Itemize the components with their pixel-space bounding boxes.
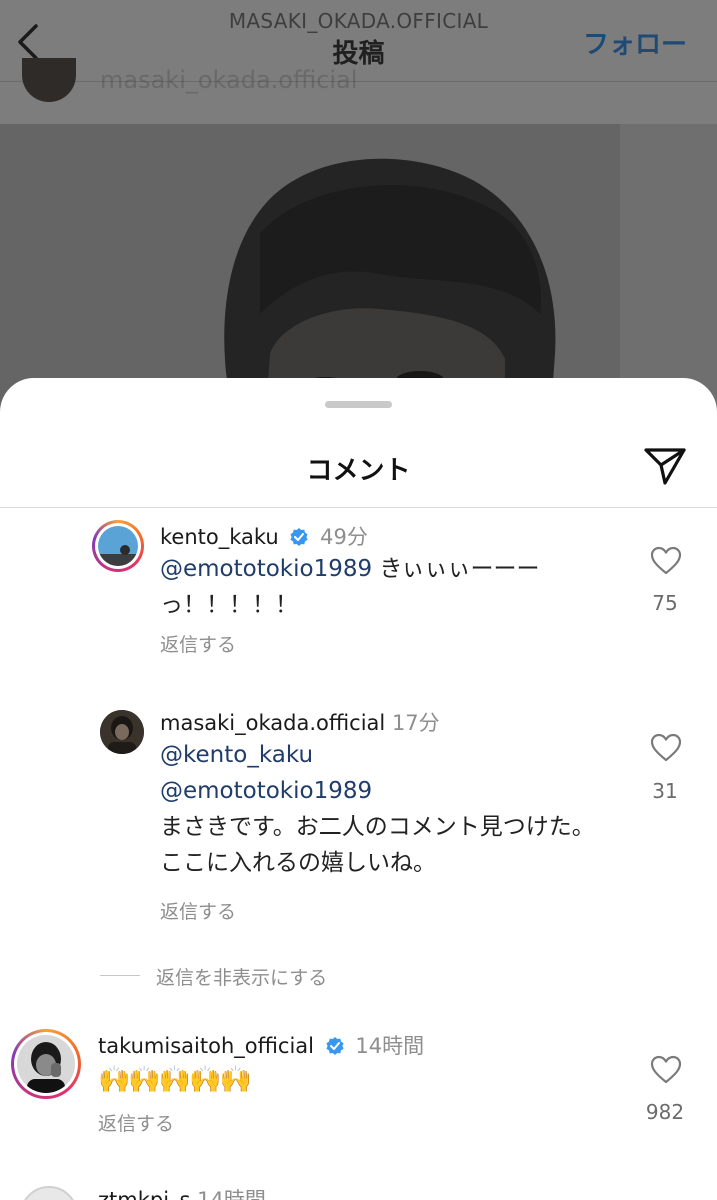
mention-link[interactable]: @kento_kaku (160, 737, 595, 773)
divider (100, 975, 140, 976)
comment-text-line: っ！！！！！ (160, 592, 298, 618)
heart-icon[interactable] (650, 546, 682, 576)
post-author-name[interactable]: masaki_okada.official (100, 66, 357, 94)
comment-username[interactable]: masaki_okada.official (160, 711, 385, 735)
like-count: 31 (652, 779, 678, 803)
comment-username[interactable]: ztmkpj_s (98, 1188, 190, 1200)
avatar[interactable] (11, 1029, 81, 1099)
comments-sheet: コメント kento_kaku 49分 @emototokio1989 きぃぃぃ… (0, 378, 717, 1200)
comment-timestamp: 14時間 (197, 1188, 266, 1200)
heart-icon[interactable] (650, 1055, 682, 1085)
follow-button[interactable]: フォロー (583, 24, 687, 61)
mention-link[interactable]: @emototokio1989 (160, 556, 372, 582)
hide-replies-label: 返信を非表示にする (156, 967, 328, 989)
comment-text-line: きぃぃぃーーー (372, 556, 540, 582)
comment-text-line: ここに入れるの嬉しいね。 (160, 850, 436, 876)
comment-username[interactable]: takumisaitoh_official (98, 1034, 314, 1058)
mention-link[interactable]: @emototokio1989 (160, 773, 595, 809)
avatar[interactable] (92, 520, 144, 572)
reply-button[interactable]: 返信する (98, 1109, 174, 1136)
share-send-icon[interactable] (643, 446, 687, 486)
comment-text: @kento_kaku @emototokio1989 まさきです。お二人のコメ… (160, 737, 595, 881)
avatar[interactable] (100, 710, 144, 754)
comment-text: 🙌🙌🙌🙌🙌 (98, 1065, 252, 1095)
comment-timestamp: 14時間 (355, 1034, 425, 1058)
avatar[interactable] (20, 1186, 78, 1200)
like-count: 75 (652, 591, 678, 615)
verified-badge-icon (290, 528, 309, 546)
reply-button[interactable]: 返信する (160, 630, 236, 657)
heart-icon[interactable] (650, 733, 682, 763)
comments-title: コメント (306, 456, 411, 486)
comment-username[interactable]: kento_kaku (160, 525, 279, 549)
drag-handle[interactable] (325, 401, 392, 408)
verified-badge-icon (326, 1037, 344, 1055)
comment-timestamp: 17分 (391, 711, 440, 735)
comment-timestamp: 49分 (320, 525, 368, 549)
comment-text-line: まさきです。お二人のコメント見つけた。 (160, 814, 595, 840)
reply-button[interactable]: 返信する (160, 897, 236, 924)
comment-text: @emototokio1989 きぃぃぃーーー っ！！！！！ (160, 551, 540, 623)
divider (0, 507, 717, 508)
like-count: 982 (645, 1100, 685, 1124)
